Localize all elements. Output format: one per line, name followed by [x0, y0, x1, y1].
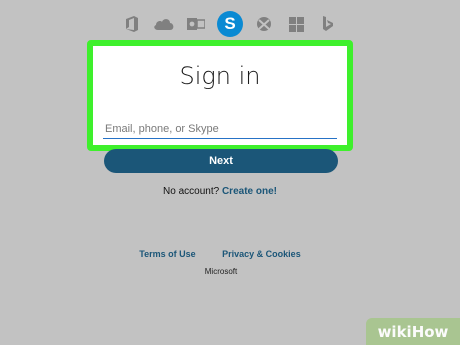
onedrive-icon[interactable]: [153, 13, 175, 35]
signin-card: Sign in: [87, 40, 353, 151]
wikihow-watermark: wikiHow: [366, 318, 460, 345]
privacy-link[interactable]: Privacy & Cookies: [222, 249, 301, 259]
email-field[interactable]: [103, 119, 337, 139]
bing-icon[interactable]: [317, 13, 339, 35]
xbox-icon[interactable]: [253, 13, 275, 35]
outlook-icon[interactable]: [185, 13, 207, 35]
signup-prompt-text: No account?: [163, 186, 220, 197]
brand-label: Microsoft: [204, 267, 238, 276]
signup-prompt: No account? Create one!: [0, 186, 440, 197]
app-switcher-bar: S: [0, 8, 460, 40]
office-icon[interactable]: [121, 13, 143, 35]
footer-links: Terms of Use Privacy & Cookies: [0, 249, 440, 259]
page-title: Sign in: [179, 62, 261, 90]
windows-icon[interactable]: [285, 13, 307, 35]
terms-link[interactable]: Terms of Use: [139, 249, 195, 259]
next-button[interactable]: Next: [104, 149, 338, 173]
create-account-link[interactable]: Create one!: [222, 186, 277, 197]
skype-icon[interactable]: S: [217, 11, 243, 37]
